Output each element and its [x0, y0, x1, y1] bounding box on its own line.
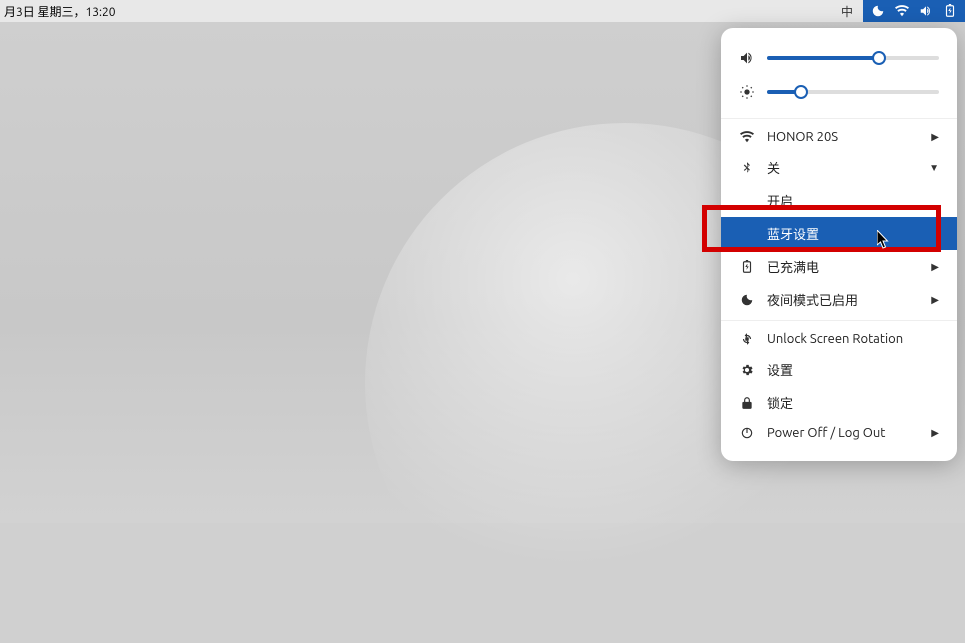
status-area[interactable]: [863, 0, 965, 22]
rotation-lock-item[interactable]: Unlock Screen Rotation: [721, 325, 957, 353]
chevron-down-icon: ▼: [929, 162, 939, 174]
bluetooth-label: 关: [767, 158, 917, 177]
nightlight-icon: [871, 4, 885, 18]
power-menu-item[interactable]: Power Off / Log Out ▶: [721, 419, 957, 447]
bluetooth-settings-label: 蓝牙设置: [767, 224, 939, 243]
battery-icon: [739, 260, 755, 274]
brightness-slider-row: [721, 80, 957, 114]
bluetooth-turn-on-item[interactable]: 开启: [721, 184, 957, 217]
volume-icon: [919, 4, 933, 18]
volume-icon: [739, 50, 755, 66]
nightlight-menu-item[interactable]: 夜间模式已启用 ▶: [721, 283, 957, 316]
settings-label: 设置: [767, 360, 939, 379]
nightlight-icon: [739, 293, 755, 307]
bluetooth-settings-item[interactable]: 蓝牙设置: [721, 217, 957, 250]
wifi-icon: [739, 130, 755, 144]
brightness-slider[interactable]: [767, 90, 939, 94]
menu-divider: [721, 118, 957, 119]
top-panel: 月3日 星期三，13:20 中: [0, 0, 965, 22]
bluetooth-menu-item[interactable]: 关 ▼: [721, 151, 957, 184]
chevron-right-icon: ▶: [931, 427, 939, 439]
wifi-label: HONOR 20S: [767, 130, 919, 144]
volume-slider[interactable]: [767, 56, 939, 60]
settings-menu-item[interactable]: 设置: [721, 353, 957, 386]
chevron-right-icon: ▶: [931, 294, 939, 306]
volume-slider-row: [721, 46, 957, 80]
wifi-icon: [895, 4, 909, 18]
chevron-right-icon: ▶: [931, 261, 939, 273]
lock-icon: [739, 396, 755, 410]
ime-label: 中: [841, 6, 853, 19]
brightness-icon: [739, 84, 755, 100]
wifi-menu-item[interactable]: HONOR 20S ▶: [721, 123, 957, 151]
gear-icon: [739, 363, 755, 377]
bluetooth-icon: [739, 161, 755, 175]
mouse-cursor-icon: [877, 230, 891, 250]
power-icon: [739, 426, 755, 440]
clock-area[interactable]: 月3日 星期三，13:20: [0, 3, 116, 20]
ime-indicator[interactable]: 中: [831, 3, 863, 20]
bluetooth-turn-on-label: 开启: [767, 191, 939, 210]
nightlight-label: 夜间模式已启用: [767, 290, 919, 309]
power-label: Power Off / Log Out: [767, 426, 919, 440]
battery-label: 已充满电: [767, 257, 919, 276]
system-menu: HONOR 20S ▶ 关 ▼ 开启 蓝牙设置 已充满电 ▶ 夜间模式已启用 ▶: [721, 28, 957, 461]
rotation-lock-icon: [739, 332, 755, 346]
menu-divider: [721, 320, 957, 321]
chevron-right-icon: ▶: [931, 131, 939, 143]
battery-menu-item[interactable]: 已充满电 ▶: [721, 250, 957, 283]
lock-label: 锁定: [767, 393, 939, 412]
battery-icon: [943, 4, 957, 18]
rotation-lock-label: Unlock Screen Rotation: [767, 332, 939, 346]
datetime-label: 月3日 星期三，13:20: [4, 6, 116, 19]
lock-menu-item[interactable]: 锁定: [721, 386, 957, 419]
